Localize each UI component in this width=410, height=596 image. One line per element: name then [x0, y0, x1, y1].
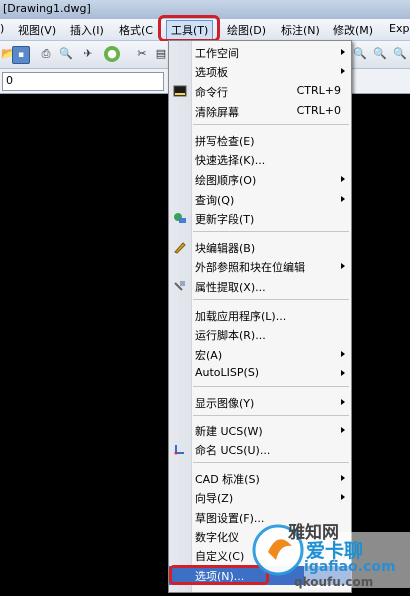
menu-item-autolisp[interactable]: AutoLISP(S)	[169, 364, 351, 383]
submenu-arrow-icon	[341, 370, 345, 376]
menu-item-macro[interactable]: 宏(A)	[169, 345, 351, 364]
menu-item-partial[interactable]: )	[0, 22, 4, 35]
menu-separator	[193, 231, 349, 232]
menu-item-attribute-extract[interactable]: 属性提取(X)...	[169, 277, 351, 296]
submenu-arrow-icon	[341, 263, 345, 269]
menu-dimension[interactable]: 标注(N)	[281, 22, 320, 38]
watermark-line3: igafiao.com	[304, 559, 396, 575]
submenu-arrow-icon	[341, 494, 345, 500]
cut-icon[interactable]: ✂	[134, 46, 150, 62]
menu-item-workspaces[interactable]: 工作空间	[169, 43, 351, 62]
layer-dropdown[interactable]: 0	[2, 72, 164, 91]
menu-item-cad-standards[interactable]: CAD 标准(S)	[169, 469, 351, 488]
submenu-arrow-icon	[341, 351, 345, 357]
zoom-realtime-icon[interactable]: 🔍	[352, 46, 368, 62]
menu-item-block-editor[interactable]: 块编辑器(B)	[169, 238, 351, 257]
preview-icon[interactable]: 🔍	[58, 46, 74, 62]
watermark-line4: qkoufu.com	[294, 575, 374, 589]
menu-item-palettes[interactable]: 选项板	[169, 62, 351, 81]
submenu-arrow-icon	[341, 49, 345, 55]
menu-item-command-line[interactable]: 命令行 CTRL+9	[169, 82, 351, 101]
menu-item-clean-screen[interactable]: 清除屏幕 CTRL+0	[169, 102, 351, 121]
publish-icon[interactable]: ✈	[80, 46, 96, 62]
submenu-arrow-icon	[341, 176, 345, 182]
menu-item-wizards[interactable]: 向导(Z)	[169, 488, 351, 507]
menu-insert[interactable]: 插入(I)	[70, 22, 104, 38]
menu-item-quick-select[interactable]: 快速选择(K)...	[169, 150, 351, 169]
attribute-extract-icon	[174, 281, 185, 291]
menu-separator	[193, 386, 349, 387]
menu-item-run-script[interactable]: 运行脚本(R)...	[169, 325, 351, 344]
menu-item-new-ucs[interactable]: 新建 UCS(W)	[169, 421, 351, 440]
submenu-arrow-icon	[341, 475, 345, 481]
menu-format[interactable]: 格式(C	[119, 22, 153, 38]
tools-highlight-box	[158, 15, 220, 42]
named-ucs-icon	[174, 445, 184, 455]
menu-view[interactable]: 视图(V)	[18, 22, 56, 38]
menu-draw[interactable]: 绘图(D)	[227, 22, 266, 38]
globe-icon[interactable]: ●	[104, 46, 120, 62]
submenu-arrow-icon	[341, 399, 345, 405]
menu-item-update-fields[interactable]: 更新字段(T)	[169, 209, 351, 228]
menu-separator	[193, 415, 349, 416]
block-editor-icon	[174, 242, 186, 254]
layer-value: 0	[6, 74, 13, 87]
menu-modify[interactable]: 修改(M)	[333, 22, 373, 38]
menu-separator	[193, 124, 349, 125]
command-line-icon	[173, 85, 187, 97]
window-title: [Drawing1.dwg]	[3, 2, 91, 15]
menu-separator	[193, 462, 349, 463]
shortcut-clean-screen: CTRL+0	[296, 104, 341, 117]
submenu-arrow-icon	[341, 427, 345, 433]
zoom-previous-icon[interactable]: 🔍	[392, 46, 408, 62]
watermark-logo: 雅知网 爱卡聊 igafiao.com qkoufu.com	[248, 510, 410, 593]
submenu-arrow-icon	[341, 196, 345, 202]
menu-item-named-ucs[interactable]: 命名 UCS(U)...	[169, 440, 351, 459]
menu-item-draw-order[interactable]: 绘图顺序(O)	[169, 170, 351, 189]
menu-item-spelling[interactable]: 拼写检查(E)	[169, 131, 351, 150]
menu-express[interactable]: Exp	[389, 22, 409, 35]
menu-item-inquiry[interactable]: 查询(Q)	[169, 190, 351, 209]
update-field-icon	[174, 213, 186, 223]
copy-icon[interactable]: ▤	[153, 46, 169, 62]
menu-item-xref-inplace-edit[interactable]: 外部参照和块在位编辑	[169, 257, 351, 276]
zoom-window-icon[interactable]: 🔍	[372, 46, 388, 62]
shortcut-command-line: CTRL+9	[296, 84, 341, 97]
menu-separator	[193, 299, 349, 300]
menu-item-display-image[interactable]: 显示图像(Y)	[169, 393, 351, 412]
submenu-arrow-icon	[341, 68, 345, 74]
menu-item-load-application[interactable]: 加载应用程序(L)...	[169, 306, 351, 325]
save-icon[interactable]: ▪	[12, 46, 30, 64]
print-icon[interactable]: ⎙	[38, 46, 54, 62]
